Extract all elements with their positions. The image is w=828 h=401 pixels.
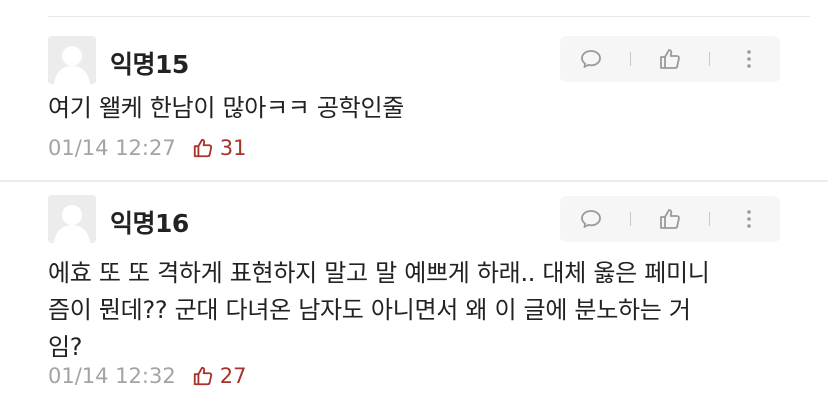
action-separator bbox=[709, 52, 710, 66]
comment-date: 01/14 12:27 bbox=[48, 136, 176, 160]
comment-meta: 01/14 12:32 27 bbox=[48, 364, 246, 388]
like-count-value: 27 bbox=[219, 364, 247, 388]
like-count: 27 bbox=[192, 364, 247, 388]
thumbs-up-icon bbox=[660, 209, 680, 229]
comment-action-bar bbox=[560, 196, 780, 242]
action-separator bbox=[630, 52, 631, 66]
avatar[interactable] bbox=[48, 36, 96, 84]
vertical-dots-icon bbox=[747, 50, 751, 68]
action-separator bbox=[630, 212, 631, 226]
thumbs-up-icon bbox=[193, 138, 212, 158]
action-separator bbox=[709, 212, 710, 226]
comment-item: 익명16 에효 또 또 격하게 표현하지 말고 말 예쁘게 하래.. 대체 옳은… bbox=[0, 182, 828, 401]
like-count: 31 bbox=[192, 136, 247, 160]
comment-username[interactable]: 익명15 bbox=[110, 45, 189, 81]
thumbs-up-icon bbox=[193, 366, 212, 386]
comment-item: 익명15 여기 왤케 한남이 많아ㅋㅋ 공학인줄 01/14 12:27 31 bbox=[0, 20, 828, 181]
comment-date: 01/14 12:32 bbox=[48, 364, 176, 388]
reply-button[interactable] bbox=[568, 196, 614, 242]
comment-username[interactable]: 익명16 bbox=[110, 204, 189, 240]
default-avatar-icon bbox=[48, 36, 96, 84]
comment-action-bar bbox=[560, 36, 780, 82]
comment-body: 여기 왤케 한남이 많아ㅋㅋ 공학인줄 bbox=[48, 94, 405, 122]
like-button[interactable] bbox=[647, 36, 693, 82]
avatar[interactable] bbox=[48, 195, 96, 243]
default-avatar-icon bbox=[48, 195, 96, 243]
comment-body: 에효 또 또 격하게 표현하지 말고 말 예쁘게 하래.. 대체 옳은 페미니 … bbox=[48, 259, 710, 361]
comment-meta: 01/14 12:27 31 bbox=[48, 136, 246, 160]
like-button[interactable] bbox=[647, 196, 693, 242]
speech-bubble-icon bbox=[581, 50, 601, 68]
reply-button[interactable] bbox=[568, 36, 614, 82]
vertical-dots-icon bbox=[747, 210, 751, 228]
like-count-value: 31 bbox=[219, 136, 247, 160]
more-options-button[interactable] bbox=[726, 196, 772, 242]
thumbs-up-icon bbox=[660, 49, 680, 69]
more-options-button[interactable] bbox=[726, 36, 772, 82]
speech-bubble-icon bbox=[581, 210, 601, 228]
top-divider bbox=[48, 16, 810, 17]
